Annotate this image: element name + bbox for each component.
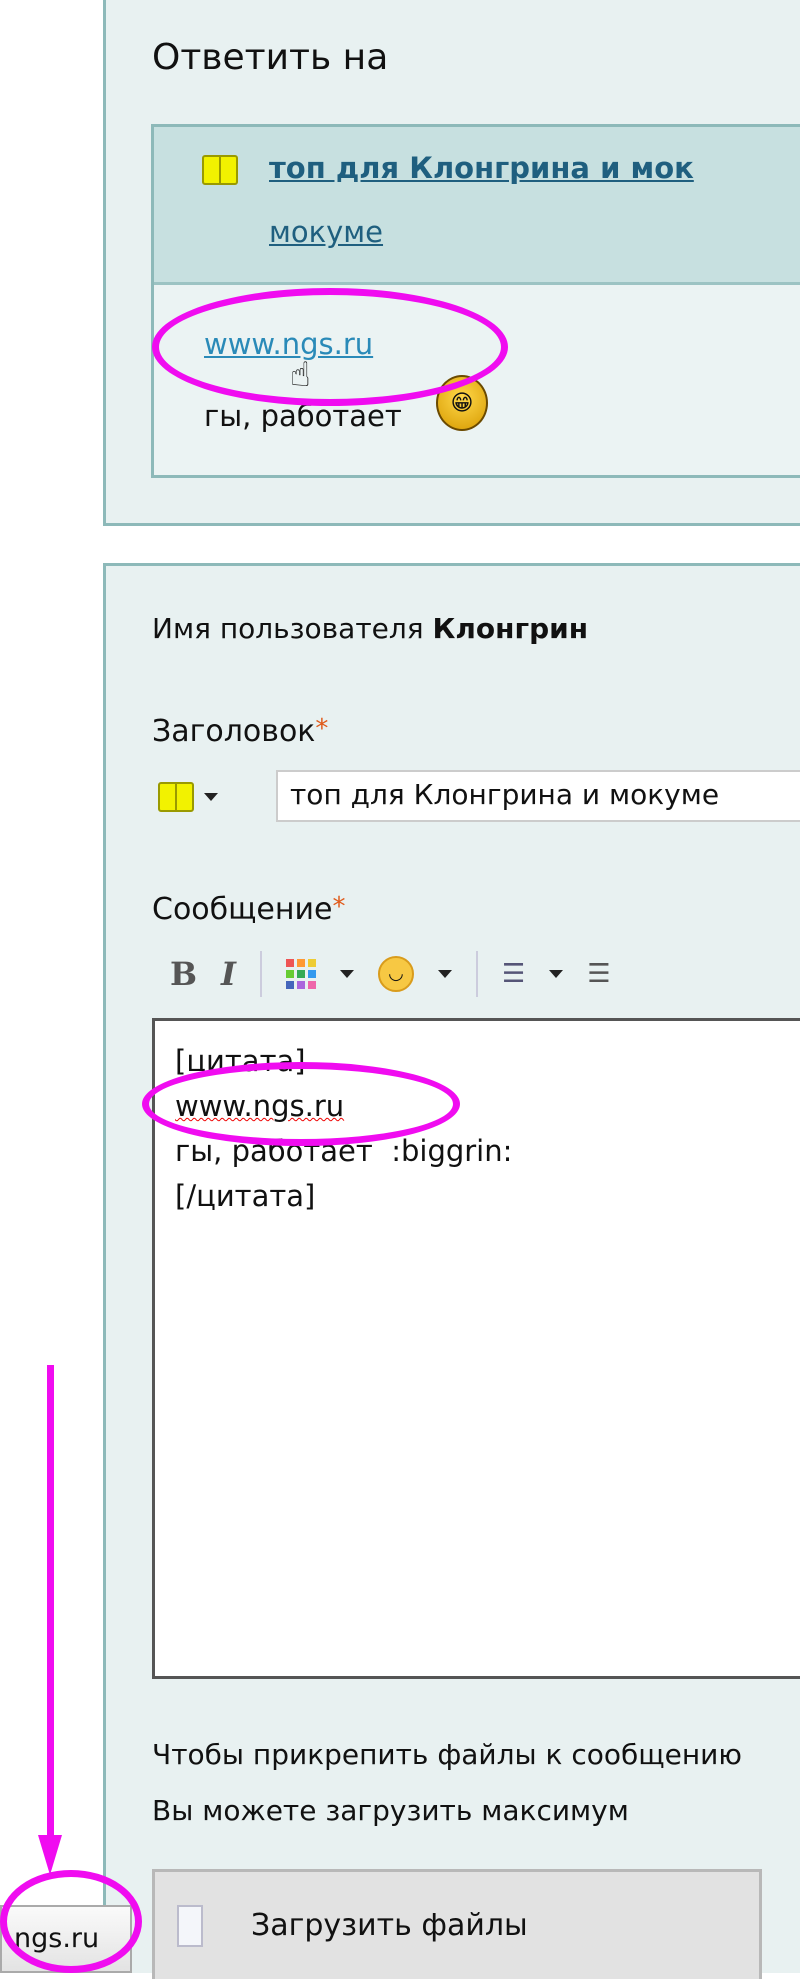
quoted-author-link[interactable]: мокуме xyxy=(269,215,383,249)
annotation-arrow-shaft xyxy=(47,1365,54,1845)
post-form: Имя пользователя Клонгрин Заголовок* топ… xyxy=(103,563,800,1979)
annotation-arrow-head xyxy=(38,1835,62,1875)
chevron-down-icon[interactable] xyxy=(549,970,564,978)
reply-heading: Ответить на xyxy=(152,37,389,78)
attach-hint-1: Чтобы прикрепить файлы к сообщению xyxy=(152,1738,742,1771)
chevron-down-icon[interactable] xyxy=(340,970,355,978)
reply-to-panel: Ответить на топ для Клонгрина и мок моку… xyxy=(103,0,800,526)
file-icon xyxy=(177,1904,203,1947)
toolbar-divider xyxy=(476,951,479,997)
chevron-down-icon xyxy=(204,793,218,801)
username-label: Имя пользователя xyxy=(152,612,424,645)
required-mark: * xyxy=(332,892,346,922)
smiley-icon[interactable]: ◡ xyxy=(378,956,415,992)
prefix-icon-dropdown[interactable] xyxy=(158,782,218,812)
numbered-list-icon[interactable]: ☰ xyxy=(587,959,610,989)
title-label-row: Заголовок* xyxy=(152,714,328,749)
color-grid-icon[interactable] xyxy=(286,959,317,989)
italic-button[interactable]: I xyxy=(221,955,236,993)
editor-toolbar: B I ◡ ☰ ☰ xyxy=(152,946,611,1002)
title-input[interactable]: топ для Клонгрина и мокуме xyxy=(276,770,800,822)
username-value: Клонгрин xyxy=(432,612,589,645)
upload-files-button[interactable]: Загрузить файлы xyxy=(152,1869,762,1979)
quoted-post-header: топ для Клонгрина и мок мокуме xyxy=(154,127,800,285)
required-mark: * xyxy=(315,714,329,744)
bullet-list-icon[interactable]: ☰ xyxy=(502,959,525,989)
upload-files-label: Загрузить файлы xyxy=(251,1908,528,1943)
attach-hint-2: Вы можете загрузить максимум xyxy=(152,1794,629,1827)
message-label-row: Сообщение* xyxy=(152,892,345,927)
toolbar-divider xyxy=(260,951,263,997)
message-label: Сообщение xyxy=(152,892,333,927)
message-line: [/цитата] xyxy=(175,1179,316,1213)
bold-button[interactable]: B xyxy=(170,955,197,993)
annotation-circle xyxy=(0,1870,142,1973)
annotation-ellipse xyxy=(142,1062,460,1146)
quoted-post-title-link[interactable]: топ для Клонгрина и мок xyxy=(269,151,694,185)
book-icon xyxy=(158,782,194,812)
title-label: Заголовок xyxy=(152,714,316,749)
book-icon xyxy=(202,155,238,185)
username-row: Имя пользователя Клонгрин xyxy=(152,612,588,645)
annotation-ellipse xyxy=(152,288,508,406)
chevron-down-icon[interactable] xyxy=(438,970,453,978)
